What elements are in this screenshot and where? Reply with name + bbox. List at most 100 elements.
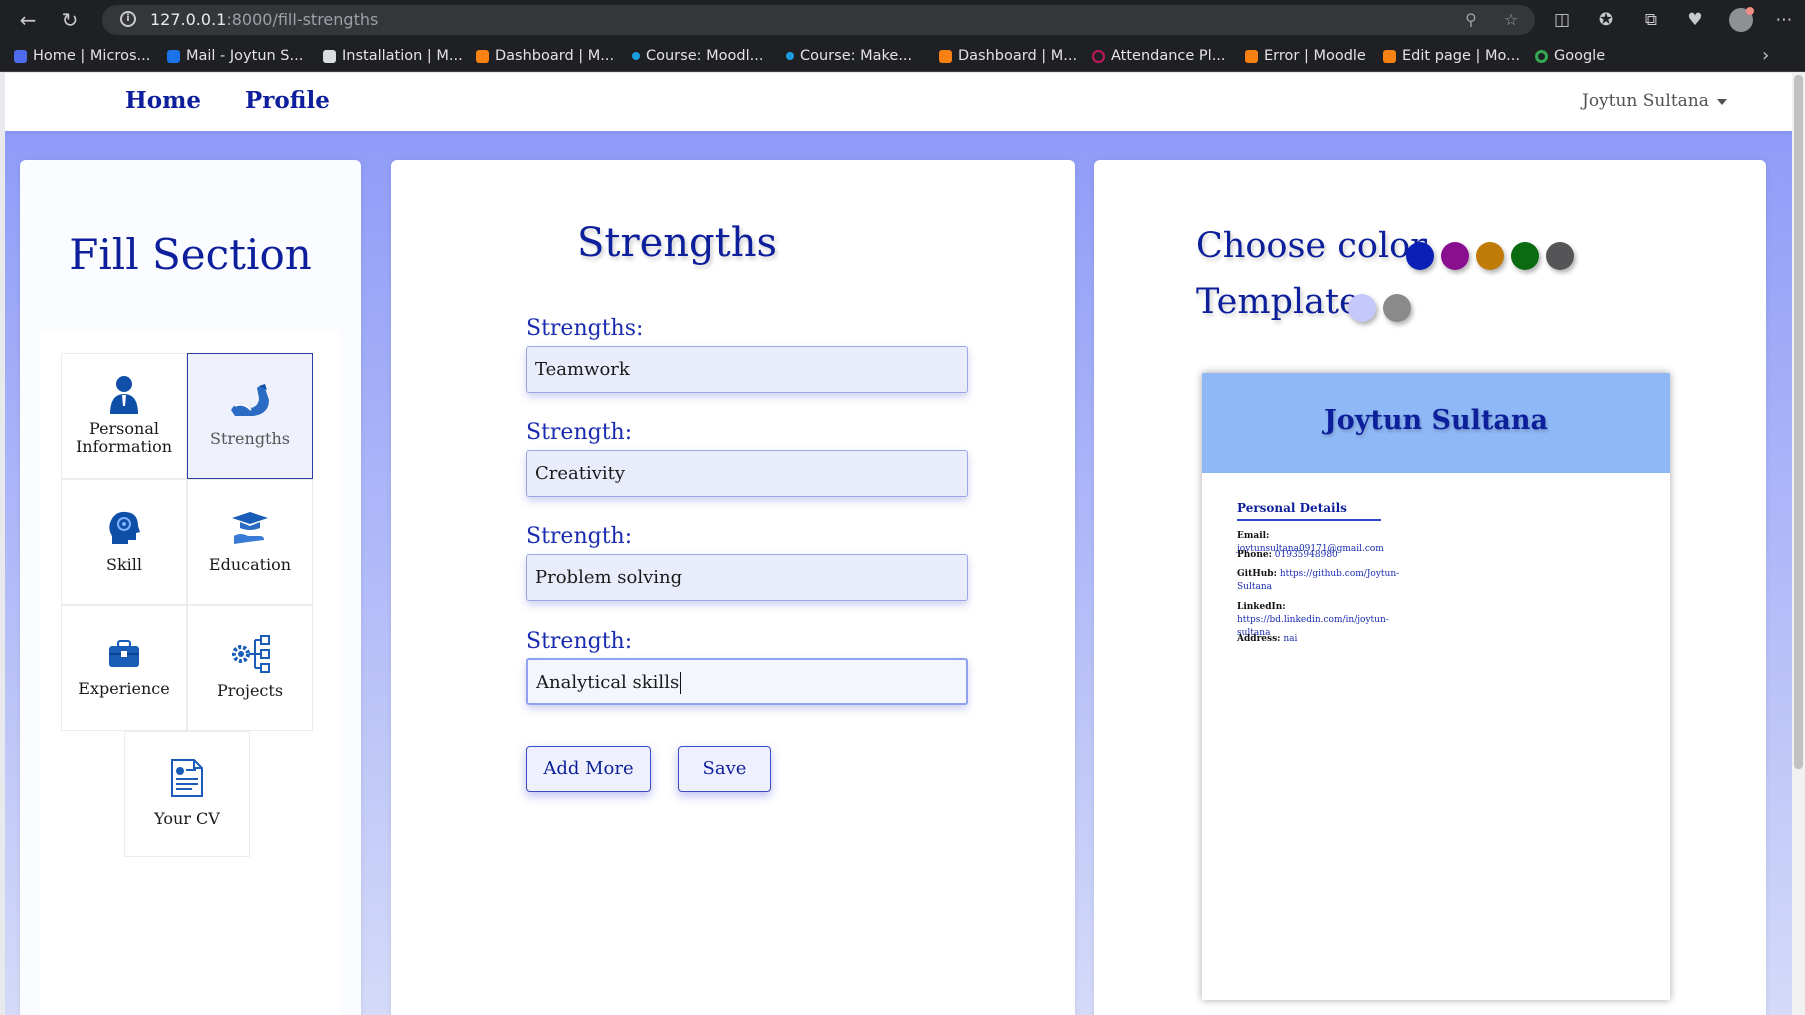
color-swatch-gray[interactable] [1546, 242, 1574, 270]
bookmark-favicon [632, 52, 640, 60]
caret-down-icon [1716, 98, 1727, 105]
user-dropdown[interactable]: Joytun Sultana [1582, 91, 1727, 111]
strength-input[interactable]: Problem solving [526, 554, 968, 601]
nav-home-link[interactable]: Home [125, 87, 201, 114]
tile-label: Strengths [210, 429, 290, 448]
site-info-icon[interactable]: i [120, 11, 136, 27]
favorites-icon[interactable]: ✪ [1594, 8, 1618, 32]
bookmark-favicon [14, 49, 27, 63]
bookmark-item[interactable]: Edit page | Mo... [1383, 46, 1520, 66]
cv-address-row: Address: nai [1237, 634, 1298, 644]
star-icon[interactable]: ☆ [1500, 9, 1522, 31]
bookmark-favicon [1383, 49, 1396, 63]
tile-strengths[interactable]: Strengths [187, 353, 313, 479]
section-tiles: Personal Information Strengths Skill Edu… [40, 330, 339, 1015]
bookmark-item[interactable]: Google [1535, 46, 1605, 66]
cv-name: Joytun Sultana [1323, 405, 1549, 436]
chevron-right-icon[interactable]: › [1762, 45, 1769, 66]
bookmark-item[interactable]: Error | Moodle [1245, 46, 1366, 66]
notification-dot [1746, 7, 1754, 15]
bookmark-item[interactable]: Dashboard | M... [939, 46, 1077, 66]
document-icon [125, 758, 249, 798]
strength-input[interactable]: Creativity [526, 450, 968, 497]
field-label: Strength: [526, 420, 633, 445]
bookmark-item[interactable]: Home | Micros... [14, 46, 150, 66]
back-arrow-icon[interactable]: ← [16, 8, 40, 32]
address-bar[interactable]: i 127.0.0.1:8000/fill-strengths ⚲ ☆ [102, 5, 1535, 35]
color-swatch-blue[interactable] [1406, 242, 1434, 270]
collections-icon[interactable]: ⧉ [1639, 8, 1663, 32]
fill-section-panel: Fill Section Personal Information Streng… [20, 160, 361, 1015]
tile-experience[interactable]: Experience [61, 605, 187, 731]
color-swatch-green[interactable] [1511, 242, 1539, 270]
tile-label: Personal Information [75, 419, 173, 456]
tile-your-cv[interactable]: Your CV [124, 731, 250, 857]
top-navbar: Home Profile Joytun Sultana [5, 73, 1792, 131]
cv-section-title: Personal Details [1237, 501, 1347, 515]
bookmark-item[interactable]: Installation | M... [323, 46, 463, 66]
bookmark-favicon [1245, 49, 1258, 63]
graduation-cap-icon [188, 510, 312, 546]
fill-section-title: Fill Section [69, 230, 312, 279]
split-view-icon[interactable]: ◫ [1550, 8, 1574, 32]
bookmark-item[interactable]: Mail - Joytun S... [167, 46, 303, 66]
zoom-icon[interactable]: ⚲ [1460, 9, 1482, 31]
bookmark-favicon [167, 49, 180, 63]
cv-section-divider [1237, 519, 1381, 521]
tile-label: Your CV [154, 809, 220, 828]
field-label: Strength: [526, 524, 633, 549]
bookmark-favicon [939, 49, 952, 63]
color-swatch-purple[interactable] [1441, 242, 1469, 270]
tile-personal-information[interactable]: Personal Information [61, 353, 187, 479]
brain-head-icon [62, 510, 186, 546]
tile-label: Experience [78, 679, 170, 698]
url-text: 127.0.0.1:8000/fill-strengths [150, 10, 379, 29]
template-swatch-light[interactable] [1348, 294, 1376, 322]
reload-icon[interactable]: ↻ [58, 8, 82, 32]
template-swatch-gray[interactable] [1383, 294, 1411, 322]
tile-education[interactable]: Education [187, 479, 313, 605]
bookmark-favicon [786, 52, 794, 60]
gear-network-icon [188, 634, 312, 674]
more-menu-icon[interactable]: ⋯ [1772, 8, 1796, 32]
color-swatch-orange[interactable] [1476, 242, 1504, 270]
briefcase-icon [62, 640, 186, 668]
page-scrollbar[interactable] [1792, 73, 1805, 1015]
bookmark-favicon [323, 49, 336, 63]
choose-color-label: Choose color [1196, 226, 1427, 266]
strength-input-focused[interactable]: Analytical skills [526, 658, 968, 705]
bookmark-item[interactable]: Course: Moodl... [632, 46, 763, 66]
strengths-form-panel: Strengths Strengths: Teamwork Strength: … [391, 160, 1075, 1015]
tile-label: Skill [105, 555, 142, 574]
bookmark-item[interactable]: Attendance Pl... [1092, 46, 1226, 66]
bookmarks-bar: Home | Micros... Mail - Joytun S... Inst… [0, 40, 1805, 72]
bookmark-favicon [1092, 49, 1105, 63]
flexed-arm-icon [188, 382, 312, 418]
cv-phone-row: Phone: 01935948980 [1237, 550, 1338, 560]
strength-input-value: Analytical skills [536, 672, 680, 693]
browser-essentials-icon[interactable]: ♥ [1683, 8, 1707, 32]
template-label: Template [1196, 282, 1360, 322]
browser-toolbar: ← ↻ i 127.0.0.1:8000/fill-strengths ⚲ ☆ … [0, 0, 1805, 40]
google-favicon [1535, 49, 1548, 63]
nav-profile-link[interactable]: Profile [245, 87, 330, 114]
person-icon [62, 374, 186, 414]
cv-github-row: GitHub: https://github.com/Joytun-Sultan… [1237, 569, 1400, 592]
bookmark-item[interactable]: Dashboard | M... [476, 46, 614, 66]
tile-skill[interactable]: Skill [61, 479, 187, 605]
user-name: Joytun Sultana [1582, 91, 1709, 111]
tile-label: Projects [216, 681, 284, 700]
cv-header: Joytun Sultana [1202, 373, 1670, 473]
bookmark-item[interactable]: Course: Make... [786, 46, 912, 66]
text-cursor [680, 672, 682, 694]
add-more-button[interactable]: Add More [526, 746, 651, 792]
tile-label: Education [208, 555, 292, 574]
scrollbar-thumb[interactable] [1794, 75, 1803, 769]
bookmark-favicon [476, 49, 489, 63]
page-content: Home Profile Joytun Sultana Fill Section… [5, 73, 1792, 1015]
tile-projects[interactable]: Projects [187, 605, 313, 731]
form-title: Strengths [577, 220, 777, 266]
save-button[interactable]: Save [678, 746, 771, 792]
field-label: Strength: [526, 629, 633, 654]
strength-input[interactable]: Teamwork [526, 346, 968, 393]
